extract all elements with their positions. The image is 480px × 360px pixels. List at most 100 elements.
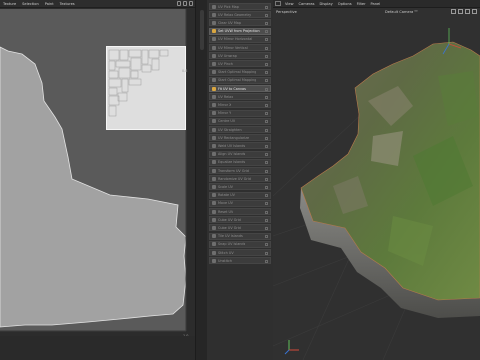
command-label: Transform UV Grid: [218, 168, 249, 173]
command-item[interactable]: Cube UV Grid: [209, 224, 271, 232]
command-options-icon[interactable]: [265, 5, 268, 9]
command-options-icon[interactable]: [265, 87, 268, 91]
command-label: UV Relax: [218, 94, 234, 99]
command-options-icon[interactable]: [265, 136, 268, 140]
uv-menu-selection[interactable]: Selection: [22, 2, 39, 6]
command-item[interactable]: UV Mirror Horizontal: [209, 35, 271, 43]
maximize-icon[interactable]: [472, 9, 477, 14]
vp-menu-cameras[interactable]: Cameras: [299, 2, 315, 6]
uv-canvas[interactable]: 1.0 0.8: [0, 9, 195, 338]
command-options-icon[interactable]: [265, 161, 268, 165]
command-item[interactable]: UV Relax Geometry: [209, 11, 271, 19]
command-item[interactable]: Rotate UV: [209, 191, 271, 199]
uv-menu-texture[interactable]: Texture: [3, 2, 16, 6]
command-item[interactable]: Centre UV: [209, 117, 271, 125]
command-options-icon[interactable]: [265, 153, 268, 157]
command-options-icon[interactable]: [265, 21, 268, 25]
command-item[interactable]: UV Straighten: [209, 126, 271, 133]
command-options-icon[interactable]: [265, 243, 268, 247]
command-item[interactable]: Snap UV Islands: [209, 240, 271, 248]
command-options-icon[interactable]: [265, 103, 268, 107]
uv-axis-tick-y: 0.8: [182, 69, 188, 73]
uv-menu-paint[interactable]: Paint: [45, 2, 54, 6]
vp-menu-view[interactable]: View: [285, 2, 294, 6]
command-options-icon[interactable]: [265, 210, 268, 214]
command-options-icon[interactable]: [265, 218, 268, 222]
command-item[interactable]: Unstitch: [209, 257, 271, 265]
command-item[interactable]: Clear UV Map: [209, 19, 271, 27]
command-icon: [212, 258, 216, 263]
command-options-icon[interactable]: [265, 128, 268, 132]
viewport-scene[interactable]: [272, 16, 480, 360]
command-options-icon[interactable]: [265, 112, 268, 116]
vp-menu-display[interactable]: Display: [320, 2, 333, 6]
command-item[interactable]: UV Pick Map: [209, 3, 271, 10]
command-item[interactable]: UV Rectangularize: [209, 134, 271, 142]
uv-menu-textures[interactable]: Textures: [60, 2, 75, 6]
command-options-icon[interactable]: [265, 62, 268, 66]
command-options-icon[interactable]: [265, 13, 268, 17]
pan-icon[interactable]: [177, 1, 181, 6]
command-item[interactable]: Randomize UV Grid: [209, 175, 271, 183]
command-item[interactable]: Stitch UV: [209, 249, 271, 256]
command-options-icon[interactable]: [265, 202, 268, 206]
command-item[interactable]: Tile UV Islands: [209, 232, 271, 240]
command-item[interactable]: Mirror Y: [209, 109, 271, 117]
command-item[interactable]: Weld UV Islands: [209, 142, 271, 150]
orbit-icon[interactable]: [458, 9, 463, 14]
command-item[interactable]: Mirror X: [209, 101, 271, 109]
vp-menu-options[interactable]: Options: [338, 2, 352, 6]
command-options-icon[interactable]: [265, 185, 268, 189]
move-icon[interactable]: [451, 9, 456, 14]
command-options-icon[interactable]: [265, 235, 268, 239]
command-icon: [212, 184, 216, 189]
command-options-icon[interactable]: [265, 144, 268, 148]
command-item[interactable]: Reset UV: [209, 208, 271, 215]
command-label: Set UVW from Projection: [218, 29, 260, 34]
command-item[interactable]: Start Optimal Mapping: [209, 68, 271, 76]
command-item[interactable]: Fit UV to Canvas: [209, 85, 271, 92]
vp-menu-panel[interactable]: Panel: [371, 2, 381, 6]
viewport-camera-label[interactable]: Default Camera ⁰⁰: [385, 10, 417, 14]
command-item[interactable]: UV Unwrap: [209, 52, 271, 60]
uv-scrollbar-thumb[interactable]: [200, 10, 204, 50]
command-options-icon[interactable]: [265, 30, 268, 34]
maximize-icon[interactable]: [189, 1, 193, 6]
command-icon: [212, 78, 216, 83]
command-item[interactable]: Equalize Islands: [209, 158, 271, 166]
command-item[interactable]: UV Pinch: [209, 60, 271, 68]
uv-scrollbar[interactable]: [195, 0, 207, 360]
command-options-icon[interactable]: [265, 79, 268, 83]
zoom-icon[interactable]: [465, 9, 470, 14]
vp-menu-filter[interactable]: Filter: [357, 2, 366, 6]
command-options-icon[interactable]: [265, 46, 268, 50]
command-options-icon[interactable]: [265, 259, 268, 263]
command-item[interactable]: Scale UV: [209, 183, 271, 191]
command-item[interactable]: UV Relax: [209, 93, 271, 101]
zoom-icon[interactable]: [183, 1, 187, 6]
command-icon: [212, 4, 216, 9]
command-options-icon[interactable]: [265, 95, 268, 99]
command-options-icon[interactable]: [265, 54, 268, 58]
command-item[interactable]: UV Mirror Vertical: [209, 44, 271, 51]
command-item[interactable]: Move UV: [209, 199, 271, 207]
command-options-icon[interactable]: [265, 38, 268, 42]
viewport-nav-icons: [451, 9, 477, 14]
command-item[interactable]: Transform UV Grid: [209, 167, 271, 174]
command-options-icon[interactable]: [265, 71, 268, 75]
command-options-icon[interactable]: [265, 169, 268, 173]
command-item[interactable]: Align UV Islands: [209, 150, 271, 158]
command-item[interactable]: Set UVW from Projection: [209, 27, 271, 35]
uv-editor-panel: Texture Selection Paint Textures 0.8: [0, 0, 195, 360]
command-options-icon[interactable]: [265, 177, 268, 181]
command-label: Cube UV Grid: [218, 225, 241, 230]
command-icon: [212, 70, 216, 75]
command-options-icon[interactable]: [265, 120, 268, 124]
command-options-icon[interactable]: [265, 251, 268, 255]
panel-grip-icon[interactable]: [275, 1, 281, 6]
command-options-icon[interactable]: [265, 226, 268, 230]
command-item[interactable]: Start Optimal Mapping: [209, 76, 271, 84]
command-label: Centre UV: [218, 119, 236, 124]
command-options-icon[interactable]: [265, 194, 268, 198]
command-item[interactable]: Cube UV Grid: [209, 216, 271, 224]
